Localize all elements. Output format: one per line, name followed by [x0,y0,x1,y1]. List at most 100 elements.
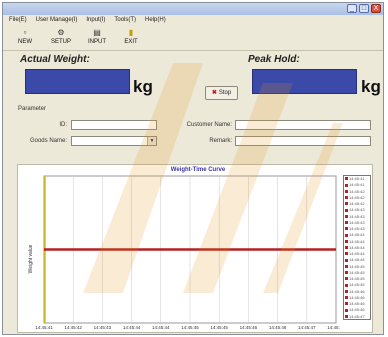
setup-icon: ⚙ [57,28,65,37]
legend-label: 14:45:42 [349,188,365,194]
legend-swatch [345,296,348,300]
peak-hold-unit: kg [361,77,381,96]
id-field[interactable] [71,120,157,130]
legend-label: 14:45:44 [349,244,365,250]
remark-label: Remark: [209,138,232,144]
legend-swatch [345,239,348,243]
actual-weight-display [25,69,130,94]
legend-swatch [345,221,348,225]
legend-label: 14:45:42 [349,201,365,206]
legend-label: 14:45:46 [349,288,365,294]
customer-name-label: Customer Name: [186,122,232,128]
x-tick-label: 14:45:46 [269,325,287,330]
legend-swatch [345,214,348,218]
new-button[interactable]: ▫ NEW [11,27,39,49]
legend-label: 14:45:45 [349,263,365,269]
x-tick-label: 14:45:44 [152,325,170,330]
close-button[interactable]: X [371,4,381,13]
legend-label: 14:45:42 [349,194,365,200]
input-button[interactable]: ▤ INPUT [83,27,111,49]
legend-label: 14:45:45 [349,276,365,281]
legend-swatch [345,196,348,200]
legend-label: 14:45:43 [349,219,365,225]
exit-icon: ▮ [128,28,134,37]
legend-swatch [345,246,348,250]
legend-label: 14:45:44 [349,238,365,244]
legend-swatch [345,233,348,237]
toolbar: ▫ NEW ⚙ SETUP ▤ INPUT ▮ EXIT [3,26,383,51]
stop-icon: ✖ [211,90,217,96]
legend-label: 14:45:44 [349,251,365,256]
legend-swatch [345,202,348,206]
legend-list: 14:45:41 14:45:41 14:45:42 14:45:42 14:45:42… [343,175,371,320]
x-tick-label: 14:45:43 [94,325,112,330]
legend-label: 14:45:46 [349,307,365,313]
maximize-button[interactable]: □ [359,4,369,13]
legend-swatch [345,277,348,281]
chart-plot: Weight value 14:45:41 14:45:42 14:45:43 14:… [28,175,340,330]
title-bar: _ □ X [3,3,383,15]
legend-swatch [345,264,348,268]
stop-label: Stop [218,90,232,96]
actual-weight-unit: kg [133,77,153,96]
setup-label: SETUP [50,39,71,45]
new-label: NEW [18,39,32,45]
menu-tools[interactable]: Tools(T) [114,15,136,25]
y-axis-label: Weight value [28,244,34,273]
exit-button[interactable]: ▮ EXIT [117,27,145,49]
x-tick-label: 14:45:41 [35,325,53,330]
legend-swatch [345,177,348,181]
legend-label: 14:45:43 [349,226,365,231]
menu-help[interactable]: Help(H) [145,15,166,25]
customer-name-field[interactable] [235,120,371,130]
peak-hold-label: Peak Hold: [248,54,300,65]
weight-time-chart: Weight-Time Curve Weight value 14:45:41 1… [17,164,373,333]
legend-swatch [345,289,348,293]
legend-swatch [345,314,348,318]
goods-name-select[interactable]: ▼ [71,136,157,146]
legend-label: 14:45:41 [349,176,365,181]
stop-button[interactable]: ✖ Stop [205,86,238,100]
goods-name-label: Goods Name: [29,138,67,144]
x-tick-label: 14:45:46 [240,325,258,330]
new-file-icon: ▫ [23,28,27,37]
legend-swatch [345,258,348,262]
legend-label: 14:45:47 [349,313,365,319]
peak-hold-display [252,69,357,94]
legend-swatch [345,252,348,256]
input-label: INPUT [88,39,106,45]
x-tick-label: 14:45:48 [327,325,340,330]
legend-swatch [345,271,348,275]
menu-file[interactable]: File(E) [9,15,27,25]
x-tick-label: 14:45:45 [210,325,228,330]
x-tick-label: 14:45:47 [298,325,316,330]
legend-swatch [345,302,348,306]
chevron-down-icon[interactable]: ▼ [147,137,156,145]
legend-label: 14:45:41 [349,182,365,188]
x-tick-label: 14:45:42 [64,325,82,330]
id-label: ID: [59,122,67,128]
parameter-group-title: Parameter [18,106,47,112]
legend-swatch [345,208,348,212]
legend-label: 14:45:43 [349,213,365,219]
legend-label: 14:45:43 [349,207,365,213]
menu-user-manage[interactable]: User Manage(I) [36,15,78,25]
legend-swatch [345,227,348,231]
input-icon: ▤ [93,28,101,37]
legend-swatch [345,183,348,187]
legend-swatch [345,308,348,312]
remark-field[interactable] [235,136,371,146]
legend-label: 14:45:46 [349,294,365,300]
setup-button[interactable]: ⚙ SETUP [47,27,75,49]
actual-weight-label: Actual Weight: [20,54,90,65]
legend-label: 14:45:44 [349,257,365,263]
x-tick-label: 14:45:44 [123,325,141,330]
minimize-button[interactable]: _ [347,4,357,13]
x-tick-label: 14:45:45 [181,325,199,330]
legend-swatch [345,189,348,193]
menu-bar: File(E) User Manage(I) Input(I) Tools(T)… [3,15,383,25]
app-window: _ □ X File(E) User Manage(I) Input(I) To… [2,2,384,335]
legend-label: 14:45:44 [349,232,365,238]
menu-input[interactable]: Input(I) [86,15,105,25]
exit-label: EXIT [124,39,138,45]
